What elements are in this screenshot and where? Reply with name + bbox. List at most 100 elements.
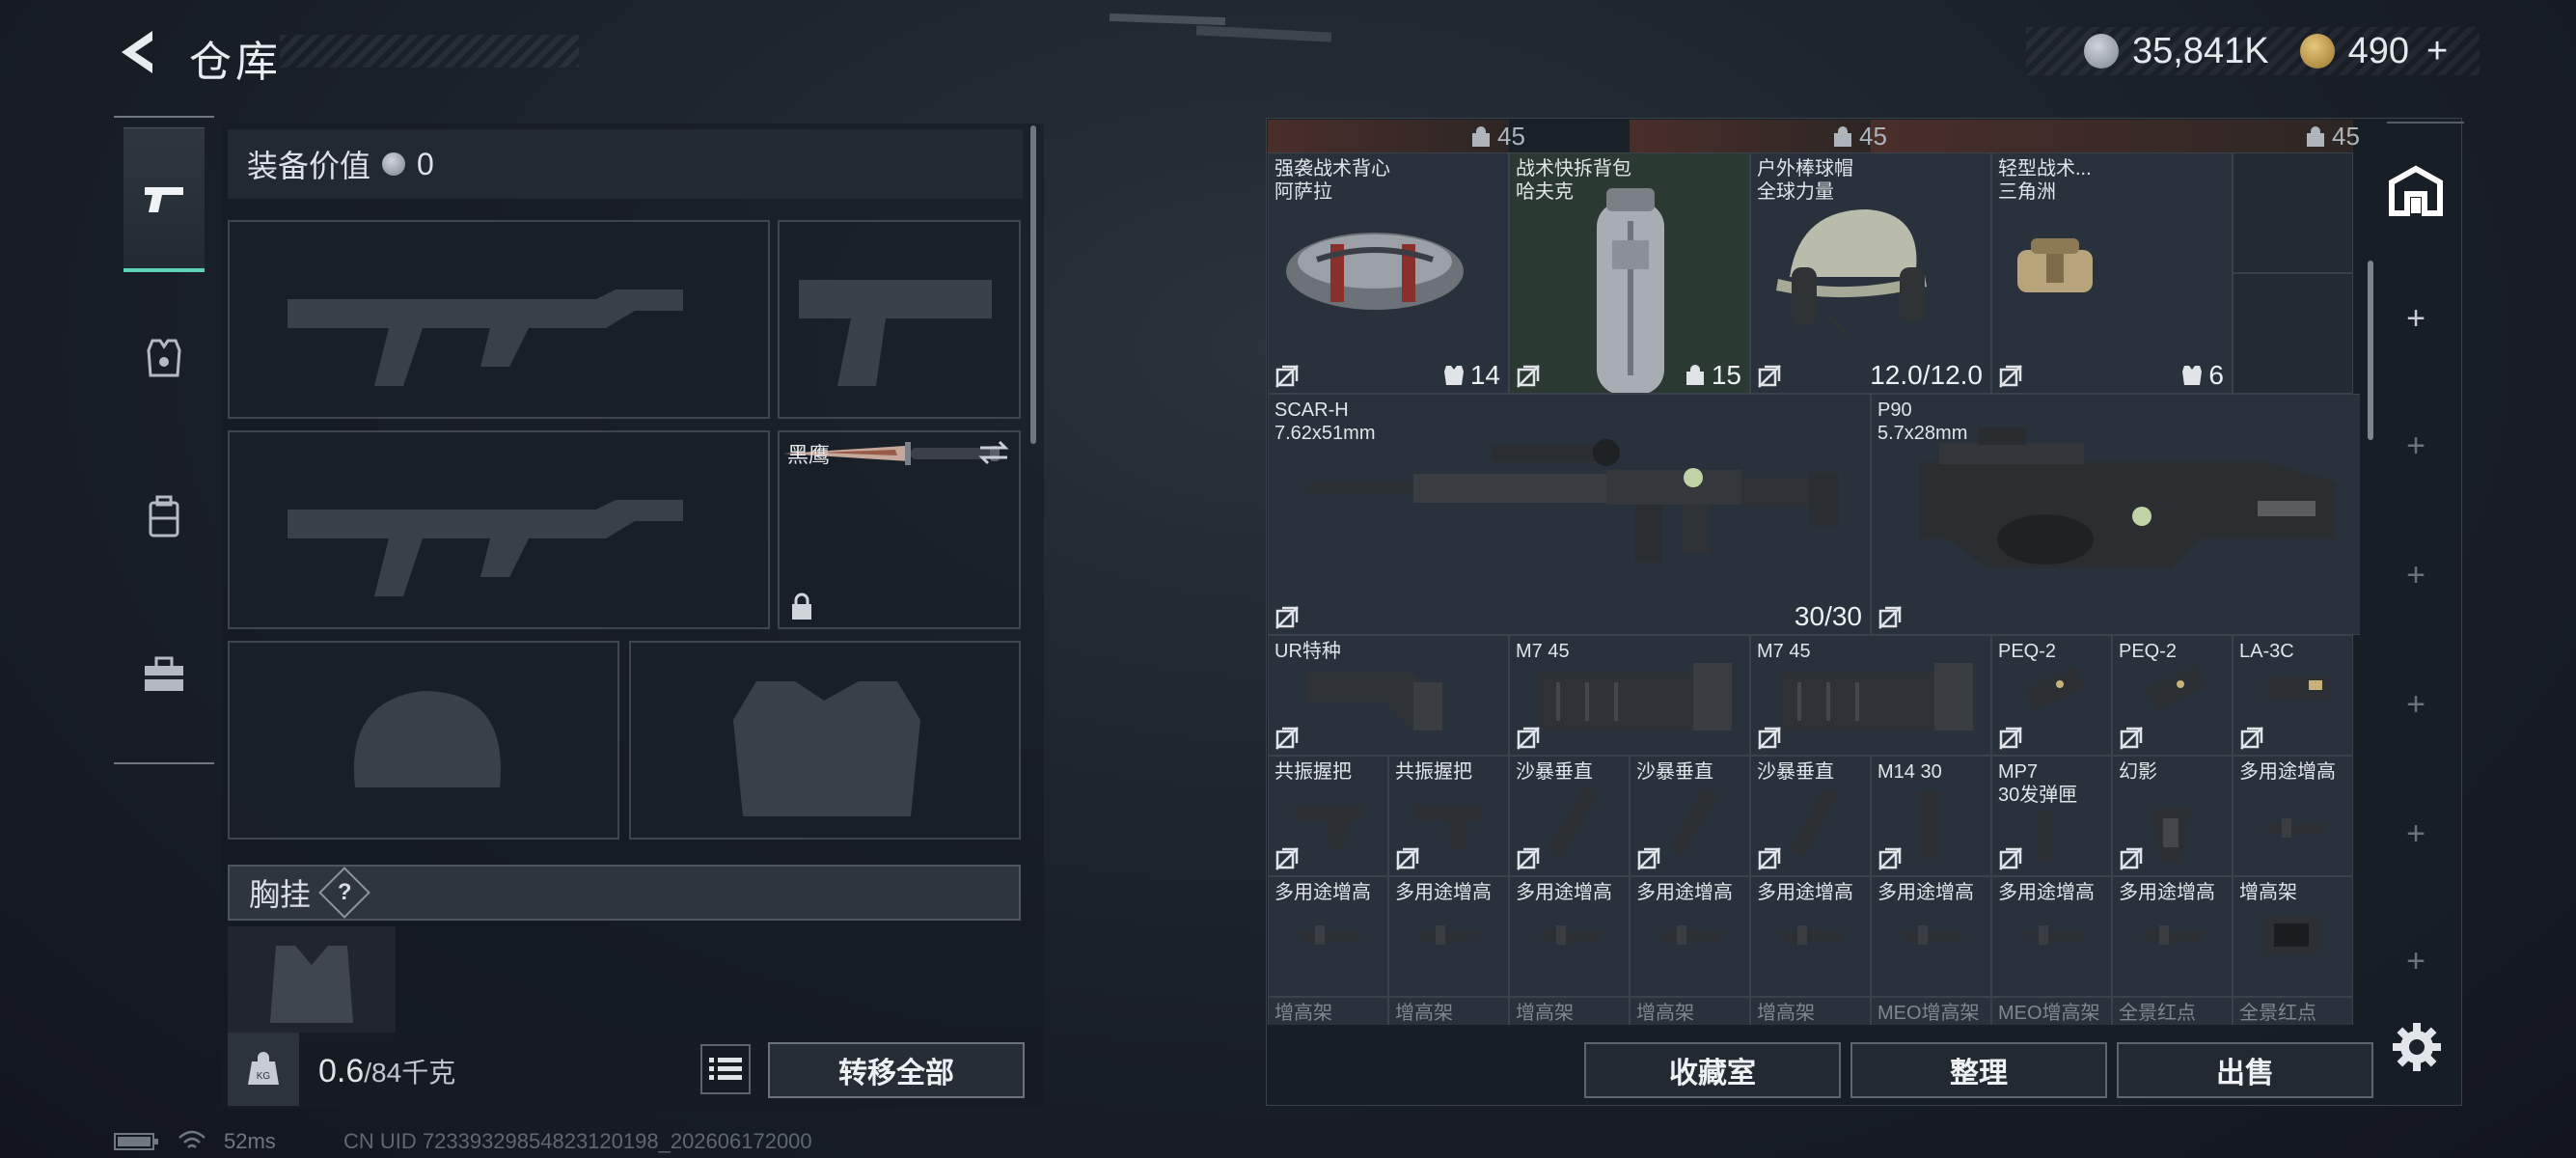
melee-slot[interactable]: 黑鹰	[778, 430, 1021, 629]
item-image	[1920, 791, 1939, 859]
storage-item[interactable]: 多用途增高	[1630, 876, 1750, 997]
storage-item[interactable]: 多用途增高	[1991, 876, 2112, 997]
storage-item[interactable]: 多用途增高	[1509, 876, 1630, 997]
item-name: LA-3C	[2239, 640, 2294, 663]
item-name-line: PEQ-2	[2119, 641, 2178, 662]
storage-weapon[interactable]: P905.7x28mm0/50	[1871, 394, 2360, 635]
helmet-slot[interactable]	[228, 641, 619, 840]
sell-button[interactable]: 出售	[2117, 1042, 2373, 1098]
item-count: 6	[2181, 360, 2224, 391]
capacity-label: 45	[2305, 122, 2360, 152]
storage-item[interactable]: MEO增高架	[1991, 997, 2112, 1025]
transfer-all-button[interactable]: 转移全部	[768, 1042, 1025, 1098]
add-storage-tab-button[interactable]: +	[2387, 546, 2445, 604]
rail-tab-toolbox[interactable]	[123, 602, 205, 747]
storage-item[interactable]: 全景红点	[2112, 997, 2233, 1025]
storage-item[interactable]: 户外棒球帽 全球力量 12.0/12.0	[1750, 152, 1991, 394]
item-name: 多用途增高	[2239, 760, 2336, 784]
storage-item[interactable]: PEQ-2	[1991, 635, 2112, 756]
storage-item[interactable]: 沙暴垂直	[1630, 756, 1750, 876]
add-storage-tab-button[interactable]: +	[2387, 290, 2445, 347]
secondary-weapon-slot[interactable]	[228, 430, 770, 629]
helmet-silhouette-icon	[353, 691, 501, 787]
no-trade-icon	[1517, 365, 1540, 388]
body-armor-slot[interactable]	[629, 641, 1021, 840]
item-name: 轻型战术... 三角洲	[1998, 157, 2092, 204]
equipment-value: 0	[417, 146, 434, 181]
storage-item[interactable]: 共振握把	[1268, 756, 1388, 876]
storage-item[interactable]: 幻影	[2112, 756, 2233, 876]
bag-icon	[1472, 125, 1490, 147]
list-view-button[interactable]	[700, 1044, 751, 1094]
item-name-line: PEQ-2	[1998, 641, 2057, 662]
bag-icon	[1834, 125, 1851, 147]
chest-rig-slot[interactable]	[228, 926, 396, 1042]
rail-tab-backpack[interactable]	[123, 444, 205, 589]
add-currency-button[interactable]: +	[2426, 31, 2448, 72]
empty-storage-cell[interactable]	[2233, 273, 2353, 394]
storage-item[interactable]: 多用途增高	[1871, 876, 1991, 997]
storage-item[interactable]: LA-3C	[2233, 635, 2353, 756]
storage-item[interactable]: 全景红点	[2233, 997, 2353, 1025]
storage-item[interactable]: 增高架	[1268, 997, 1388, 1025]
storage-weapon[interactable]: SCAR-H 7.62x51mm 30/30	[1268, 394, 1871, 635]
back-button[interactable]	[114, 27, 162, 77]
storage-item[interactable]: 战术快拆背包 哈夫克 15	[1509, 152, 1750, 394]
storage-home-tab[interactable]	[2387, 162, 2445, 220]
storage-item[interactable]: 多用途增高	[1388, 876, 1509, 997]
storage-item[interactable]: 增高架	[1388, 997, 1509, 1025]
storage-item[interactable]: 强袭战术背心 阿萨拉 14	[1268, 152, 1509, 394]
no-trade-icon	[1758, 365, 1781, 388]
item-name: 沙暴垂直	[1636, 760, 1713, 784]
add-storage-tab-button[interactable]: +	[2387, 805, 2445, 863]
add-storage-tab-button[interactable]: +	[2387, 932, 2445, 990]
storage-item[interactable]: 共振握把	[1388, 756, 1509, 876]
storage-item[interactable]: 增高架	[1750, 997, 1871, 1025]
back-arrow-icon	[122, 31, 152, 73]
capacity-value: 45	[2332, 122, 2360, 151]
item-name: 全景红点	[2239, 1002, 2316, 1025]
storage-item[interactable]: 多用途增高	[1750, 876, 1871, 997]
no-trade-icon	[1758, 727, 1781, 750]
pistol-slot[interactable]	[778, 220, 1021, 419]
item-name-line: 强袭战术背心	[1274, 158, 1390, 179]
storage-item[interactable]: PEQ-2	[2112, 635, 2233, 756]
storage-item[interactable]: 多用途增高	[1268, 876, 1388, 997]
storage-item[interactable]: M7 45	[1509, 635, 1750, 756]
add-storage-tab-button[interactable]: +	[2387, 676, 2445, 733]
silver-coin-icon	[2084, 34, 2119, 69]
storage-item[interactable]: 沙暴垂直	[1509, 756, 1630, 876]
sort-button[interactable]: 整理	[1850, 1042, 2107, 1098]
no-trade-icon	[1517, 847, 1540, 870]
storage-scrollbar[interactable]	[2368, 261, 2373, 440]
storage-item[interactable]: 轻型战术... 三角洲 6	[1991, 152, 2233, 394]
item-name-line: 多用途增高	[1636, 882, 1733, 903]
rail-tab-weapons[interactable]	[123, 127, 205, 272]
collection-room-button[interactable]: 收藏室	[1584, 1042, 1841, 1098]
storage-item[interactable]: M7 45	[1750, 635, 1991, 756]
storage-item[interactable]: 沙暴垂直	[1750, 756, 1871, 876]
storage-item[interactable]: MEO增高架	[1871, 997, 1991, 1025]
storage-item[interactable]: MP7 30发弹匣	[1991, 756, 2112, 876]
storage-item[interactable]: 增高架	[2233, 876, 2353, 997]
storage-item[interactable]: 多用途增高	[2233, 756, 2353, 876]
storage-item[interactable]: UR特种	[1268, 635, 1509, 756]
no-trade-icon	[2240, 727, 2263, 750]
storage-item[interactable]: 多用途增高	[2112, 876, 2233, 997]
settings-gear-icon[interactable]	[2391, 1021, 2443, 1073]
storage-item[interactable]: 增高架	[1630, 997, 1750, 1025]
swap-icon[interactable]	[976, 438, 1011, 467]
storage-item[interactable]: 增高架	[1509, 997, 1630, 1025]
rail-tab-armor[interactable]	[123, 286, 205, 430]
equipment-scrollbar[interactable]	[1030, 125, 1036, 444]
item-name: 增高架	[1274, 1002, 1332, 1025]
storage-item[interactable]: M14 30	[1871, 756, 1991, 876]
item-image	[1791, 787, 1838, 855]
help-button[interactable]: ?	[318, 867, 370, 919]
primary-weapon-slot[interactable]	[228, 220, 770, 419]
title-stripe	[280, 35, 579, 68]
background-streak	[1109, 13, 1226, 26]
empty-storage-cell[interactable]	[2233, 152, 2353, 273]
add-storage-tab-button[interactable]: +	[2387, 417, 2445, 475]
ping-value: 52ms	[224, 1129, 276, 1153]
